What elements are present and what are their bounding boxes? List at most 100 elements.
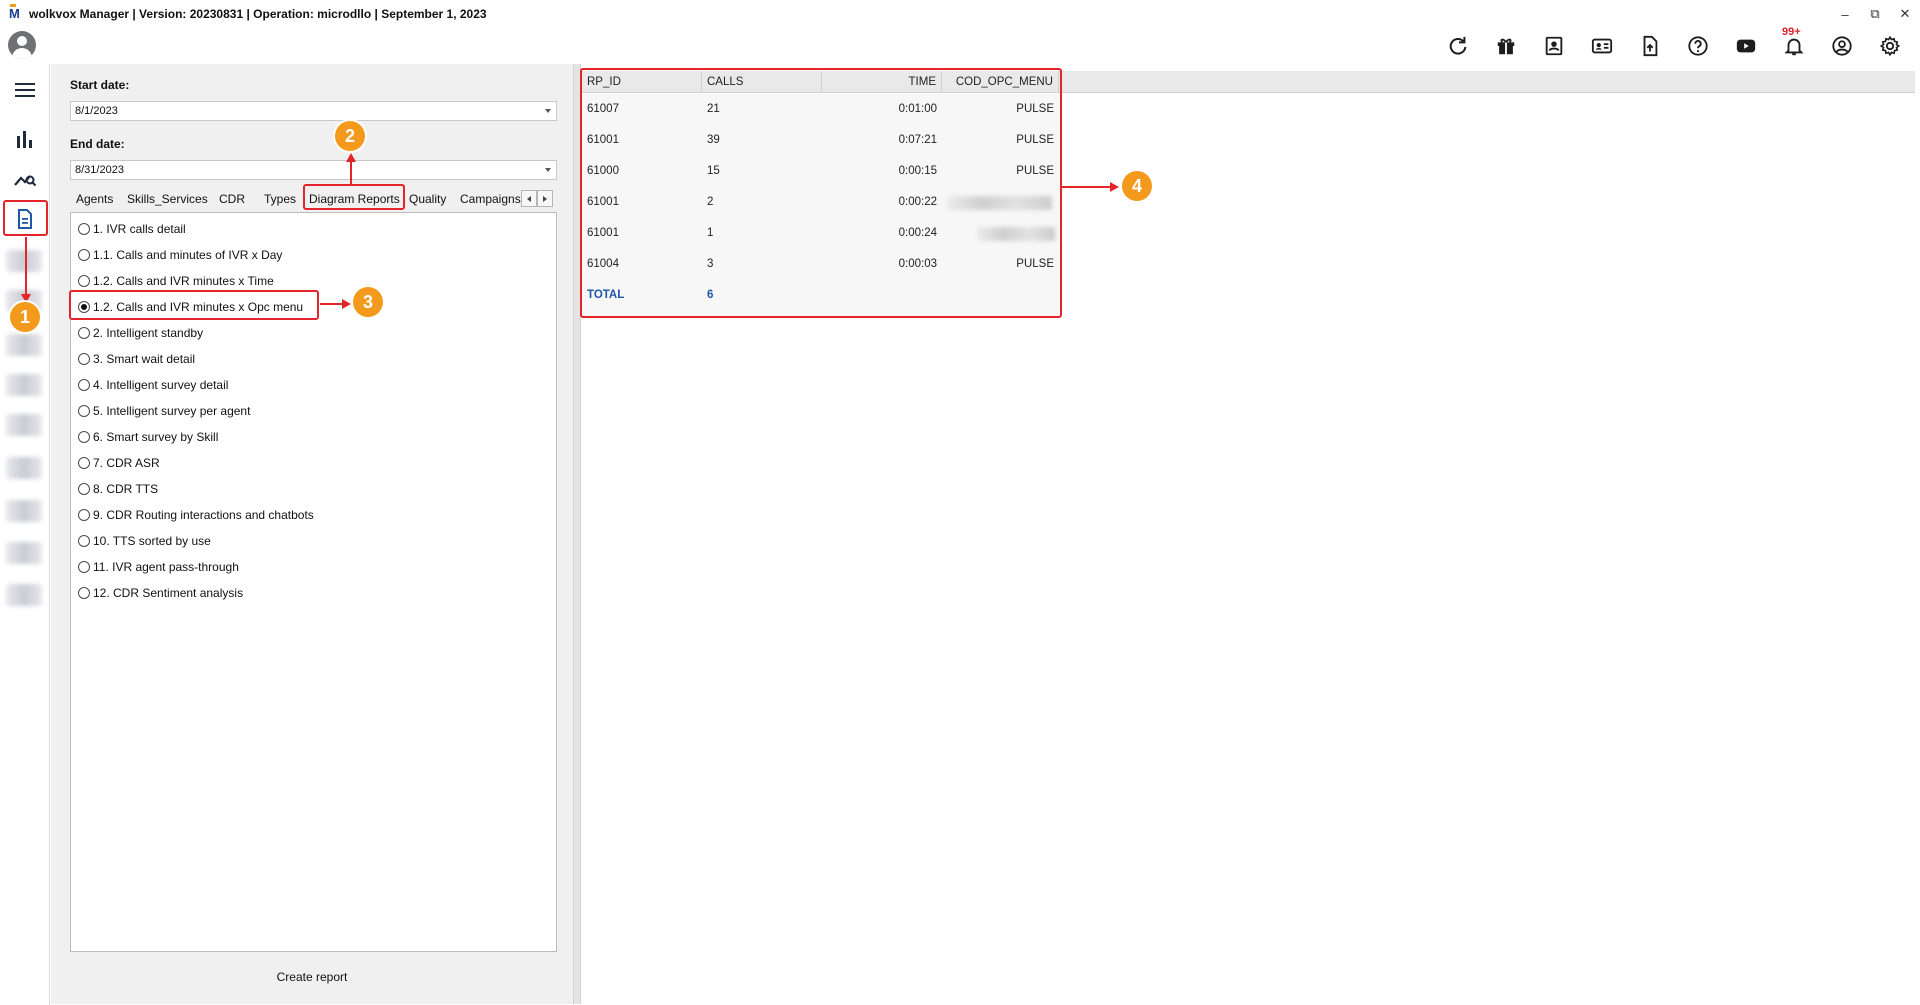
report-option-label: 9. CDR Routing interactions and chatbots (93, 508, 314, 522)
reports-icon-highlight (3, 200, 48, 236)
radio-button[interactable] (78, 379, 90, 391)
chevron-down-icon[interactable] (545, 109, 551, 113)
blurred-nav-item (6, 250, 42, 272)
blurred-nav-item (6, 542, 42, 564)
start-date-value: 8/1/2023 (75, 105, 118, 117)
report-option[interactable]: 12. CDR Sentiment analysis (78, 586, 243, 600)
tab-scroll-left-button[interactable] (521, 190, 537, 207)
radio-button[interactable] (78, 535, 90, 547)
report-option-label: 1. IVR calls detail (93, 222, 186, 236)
report-config-panel: Start date: 8/1/2023 End date: 8/31/2023… (51, 64, 573, 1004)
blurred-nav-item (6, 584, 42, 606)
report-option-label: 3. Smart wait detail (93, 352, 196, 366)
arrow-head-icon (1110, 182, 1119, 192)
radio-button[interactable] (78, 405, 90, 417)
title-bar: M wolkvox Manager | Version: 20230831 | … (0, 0, 1920, 28)
account-icon[interactable] (1818, 32, 1866, 60)
contacts-book-icon[interactable] (1530, 32, 1578, 60)
report-option[interactable]: 1.1. Calls and minutes of IVR x Day (78, 248, 282, 262)
radio-button[interactable] (78, 223, 90, 235)
radio-button[interactable] (78, 275, 90, 287)
radio-button[interactable] (78, 353, 90, 365)
minimize-button[interactable]: – (1830, 0, 1860, 28)
report-option[interactable]: 8. CDR TTS (78, 482, 158, 496)
toolbar-icons: 99+ (1434, 26, 1914, 60)
report-option-label: 10. TTS sorted by use (93, 534, 211, 548)
report-option[interactable]: 10. TTS sorted by use (78, 534, 211, 548)
radio-button[interactable] (78, 457, 90, 469)
radio-button[interactable] (78, 587, 90, 599)
report-option[interactable]: 1. IVR calls detail (78, 222, 186, 236)
report-option[interactable]: 11. IVR agent pass-through (78, 560, 239, 574)
app-logo-icon: M (9, 4, 23, 22)
blurred-nav-item (6, 334, 42, 356)
window-controls: – ⧉ ✕ (1830, 0, 1920, 28)
annotation-arrow-4 (1062, 186, 1112, 188)
arrow-head-icon (342, 299, 351, 309)
report-option[interactable]: 5. Intelligent survey per agent (78, 404, 250, 418)
radio-button[interactable] (78, 327, 90, 339)
help-icon[interactable] (1674, 32, 1722, 60)
start-date-label: Start date: (70, 78, 130, 92)
report-option[interactable]: 9. CDR Routing interactions and chatbots (78, 508, 314, 522)
report-option[interactable]: 3. Smart wait detail (78, 352, 195, 366)
radio-button[interactable] (78, 431, 90, 443)
tab-cdr[interactable]: CDR (219, 192, 245, 206)
report-option-label: 2. Intelligent standby (93, 326, 204, 340)
blurred-nav-item (6, 374, 42, 396)
report-option-label: 6. Smart survey by Skill (93, 430, 219, 444)
radio-button[interactable] (78, 509, 90, 521)
notification-count: 99+ (1782, 26, 1801, 38)
chevron-right-icon (543, 195, 547, 202)
gift-icon[interactable] (1482, 32, 1530, 60)
step-1-badge: 1 (10, 302, 40, 332)
report-option-label: 12. CDR Sentiment analysis (93, 586, 244, 600)
hamburger-menu-icon[interactable] (10, 75, 40, 105)
bar-chart-icon[interactable] (10, 124, 40, 154)
results-grid-highlight (580, 68, 1062, 318)
report-option[interactable]: 2. Intelligent standby (78, 326, 203, 340)
tab-quality[interactable]: Quality (409, 192, 446, 206)
report-option[interactable]: 7. CDR ASR (78, 456, 160, 470)
step-4-badge: 4 (1122, 171, 1152, 201)
id-card-icon[interactable] (1578, 32, 1626, 60)
create-report-button[interactable]: Create report (51, 970, 573, 984)
start-date-picker[interactable]: 8/1/2023 (70, 101, 557, 121)
report-option[interactable]: 4. Intelligent survey detail (78, 378, 228, 392)
restore-button[interactable]: ⧉ (1860, 0, 1890, 28)
analytics-icon[interactable] (10, 164, 40, 194)
step-3-badge: 3 (353, 287, 383, 317)
close-button[interactable]: ✕ (1890, 0, 1920, 28)
radio-button[interactable] (78, 483, 90, 495)
end-date-label: End date: (70, 137, 125, 151)
radio-button[interactable] (78, 249, 90, 261)
report-option-label: 1.2. Calls and IVR minutes x Time (93, 274, 274, 288)
selected-report-highlight (69, 290, 319, 320)
report-option[interactable]: 1.2. Calls and IVR minutes x Time (78, 274, 274, 288)
tab-types[interactable]: Types (264, 192, 296, 206)
blurred-nav-item (6, 414, 42, 436)
tab-agents[interactable]: Agents (76, 192, 113, 206)
bell-icon[interactable]: 99+ (1770, 26, 1818, 60)
youtube-icon[interactable] (1722, 32, 1770, 60)
blurred-nav-item (6, 457, 42, 479)
tab-skills-services[interactable]: Skills_Services (127, 192, 208, 206)
end-date-value: 8/31/2023 (75, 164, 124, 176)
chevron-down-icon[interactable] (545, 168, 551, 172)
report-option-label: 1.1. Calls and minutes of IVR x Day (93, 248, 283, 262)
user-avatar-icon[interactable] (8, 31, 36, 59)
report-option-label: 8. CDR TTS (93, 482, 159, 496)
report-option-label: 5. Intelligent survey per agent (93, 404, 251, 418)
diagram-reports-tab-highlight (303, 184, 405, 210)
report-option-label: 4. Intelligent survey detail (93, 378, 229, 392)
blurred-nav-item (6, 500, 42, 522)
radio-button[interactable] (78, 561, 90, 573)
report-option[interactable]: 6. Smart survey by Skill (78, 430, 218, 444)
report-option-label: 7. CDR ASR (93, 456, 160, 470)
tab-campaigns[interactable]: Campaigns (460, 192, 521, 206)
end-date-picker[interactable]: 8/31/2023 (70, 160, 557, 180)
gear-icon[interactable] (1866, 32, 1914, 60)
tab-scroll-right-button[interactable] (537, 190, 553, 207)
upload-file-icon[interactable] (1626, 32, 1674, 60)
refresh-icon[interactable] (1434, 32, 1482, 60)
